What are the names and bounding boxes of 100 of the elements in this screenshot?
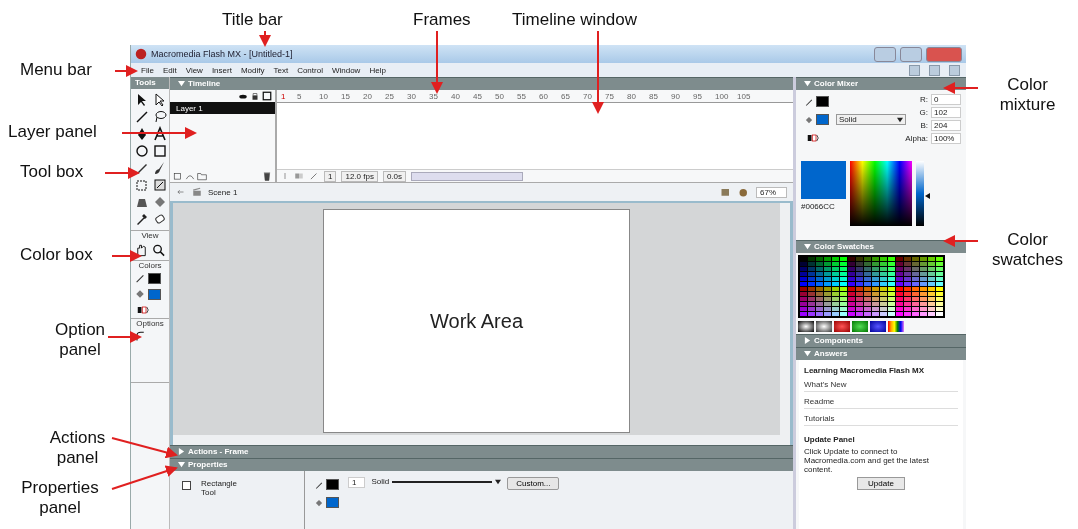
callout-arrow bbox=[943, 235, 979, 247]
update-button[interactable]: Update bbox=[857, 477, 905, 490]
scrollbar[interactable] bbox=[411, 171, 524, 181]
callout-label: Option panel bbox=[53, 320, 107, 360]
gradient-swatch[interactable] bbox=[870, 321, 886, 332]
fill-color-swatch[interactable] bbox=[816, 114, 829, 125]
swatch-grid[interactable] bbox=[798, 255, 945, 318]
menu-item[interactable]: Help bbox=[369, 65, 386, 75]
brightness-slider[interactable] bbox=[916, 160, 930, 226]
frame-number: 15 bbox=[341, 91, 351, 101]
expanded-triangle-icon[interactable] bbox=[804, 80, 811, 88]
vertical-scrollbar[interactable] bbox=[780, 203, 790, 435]
horizontal-scrollbar[interactable] bbox=[173, 435, 790, 445]
gradient-swatch[interactable] bbox=[888, 321, 904, 332]
expanded-triangle-icon[interactable] bbox=[804, 350, 811, 358]
collapsed-triangle-icon[interactable] bbox=[804, 337, 811, 345]
collapsed-triangle-icon[interactable] bbox=[178, 448, 185, 456]
edit-symbol-icon[interactable] bbox=[738, 186, 750, 198]
onion-skin-icon[interactable] bbox=[294, 171, 304, 181]
layer-row[interactable]: Layer 1 bbox=[170, 102, 275, 114]
minimize-button[interactable] bbox=[874, 46, 896, 62]
zoom-dropdown[interactable]: 67% bbox=[756, 186, 787, 198]
channel-label: Alpha: bbox=[905, 134, 928, 143]
caret-icon[interactable] bbox=[897, 116, 903, 123]
menu-item[interactable]: Window bbox=[331, 65, 361, 75]
channel-label: R: bbox=[920, 95, 928, 104]
stroke-color-swatch[interactable] bbox=[148, 272, 161, 284]
round-corner-icon[interactable] bbox=[134, 330, 146, 342]
rectangle-icon[interactable] bbox=[152, 143, 168, 159]
channel-field[interactable]: 100% bbox=[931, 133, 961, 144]
line-icon[interactable] bbox=[134, 109, 150, 125]
color-preview bbox=[801, 160, 846, 199]
menu-item[interactable]: Edit bbox=[162, 65, 177, 75]
trash-icon[interactable] bbox=[262, 171, 272, 181]
oval-icon[interactable] bbox=[134, 143, 150, 159]
fill-color-swatch[interactable] bbox=[148, 288, 161, 300]
lasso-icon[interactable] bbox=[152, 109, 168, 125]
gradient-swatch[interactable] bbox=[816, 321, 832, 332]
paint-bucket-icon[interactable] bbox=[134, 288, 146, 300]
hand-icon[interactable] bbox=[134, 242, 149, 258]
color-spectrum[interactable] bbox=[850, 160, 912, 226]
menu-item[interactable]: Insert bbox=[211, 65, 232, 75]
caret-icon[interactable] bbox=[495, 478, 502, 485]
answers-link[interactable]: Readme bbox=[804, 397, 958, 406]
expanded-triangle-icon[interactable] bbox=[804, 243, 811, 251]
frame-number: 105 bbox=[737, 91, 752, 101]
expanded-triangle-icon[interactable] bbox=[178, 461, 185, 469]
maximize-button[interactable] bbox=[900, 46, 922, 62]
menu-item[interactable]: Text bbox=[273, 65, 289, 75]
text-tool-icon[interactable] bbox=[152, 126, 168, 142]
channel-label: G: bbox=[919, 108, 928, 117]
callout-label: Color mixture bbox=[998, 75, 1057, 115]
fill-color-swatch[interactable] bbox=[326, 497, 339, 508]
paint-bucket-icon[interactable] bbox=[804, 114, 814, 125]
tool-icon bbox=[182, 481, 191, 490]
outline-square-icon[interactable] bbox=[262, 91, 272, 101]
close-button[interactable] bbox=[926, 46, 962, 62]
frame-number: 45 bbox=[473, 91, 483, 101]
frame-rate: 12.0 fps bbox=[341, 170, 378, 182]
expanded-triangle-icon[interactable] bbox=[178, 80, 185, 88]
magnifier-icon[interactable] bbox=[151, 242, 166, 258]
stroke-color-swatch[interactable] bbox=[816, 96, 829, 107]
frame-number: 25 bbox=[385, 91, 395, 101]
answers-link[interactable]: What's New bbox=[804, 380, 958, 389]
fill-type-dropdown[interactable]: Solid bbox=[836, 114, 906, 125]
edit-frames-icon[interactable] bbox=[309, 171, 319, 181]
paint-bucket-icon[interactable] bbox=[314, 497, 324, 508]
frame-number: 40 bbox=[451, 91, 461, 101]
callout-arrow bbox=[943, 82, 979, 94]
gradient-swatch[interactable] bbox=[834, 321, 850, 332]
callout-arrow bbox=[431, 30, 443, 94]
lock-icon[interactable] bbox=[250, 91, 260, 101]
answers-link[interactable]: Tutorials bbox=[804, 414, 958, 423]
custom-button[interactable]: Custom... bbox=[507, 477, 560, 490]
stroke-color-swatch[interactable] bbox=[326, 479, 339, 490]
callout-arrow bbox=[107, 331, 142, 343]
frame-number: 85 bbox=[649, 91, 659, 101]
frame-number: 95 bbox=[693, 91, 703, 101]
menu-item[interactable]: File bbox=[141, 65, 154, 75]
clapper-icon bbox=[192, 187, 202, 197]
channel-field[interactable]: 102 bbox=[931, 107, 961, 118]
add-layer-icon[interactable] bbox=[173, 171, 183, 181]
frame-number: 80 bbox=[627, 91, 637, 101]
gradient-swatch[interactable] bbox=[852, 321, 868, 332]
folder-icon[interactable] bbox=[197, 171, 207, 181]
channel-field[interactable]: 204 bbox=[931, 120, 961, 131]
menu-item[interactable]: View bbox=[185, 65, 203, 75]
edit-scene-icon[interactable] bbox=[720, 186, 732, 198]
section-label: View bbox=[131, 230, 169, 240]
gradient-swatch[interactable] bbox=[798, 321, 814, 332]
stroke-style-dropdown[interactable]: Solid bbox=[371, 477, 502, 486]
menu-item[interactable]: Control bbox=[297, 65, 323, 75]
pencil-icon[interactable] bbox=[134, 272, 146, 284]
fill-transform-icon[interactable] bbox=[152, 177, 168, 193]
section-label: Options bbox=[131, 318, 169, 328]
channel-field[interactable]: 0 bbox=[931, 94, 961, 105]
frame-number: 10 bbox=[319, 91, 329, 101]
callout-label: Color swatches bbox=[991, 230, 1064, 270]
menu-item[interactable]: Modify bbox=[240, 65, 265, 75]
stroke-height-field[interactable]: 1 bbox=[348, 477, 366, 488]
